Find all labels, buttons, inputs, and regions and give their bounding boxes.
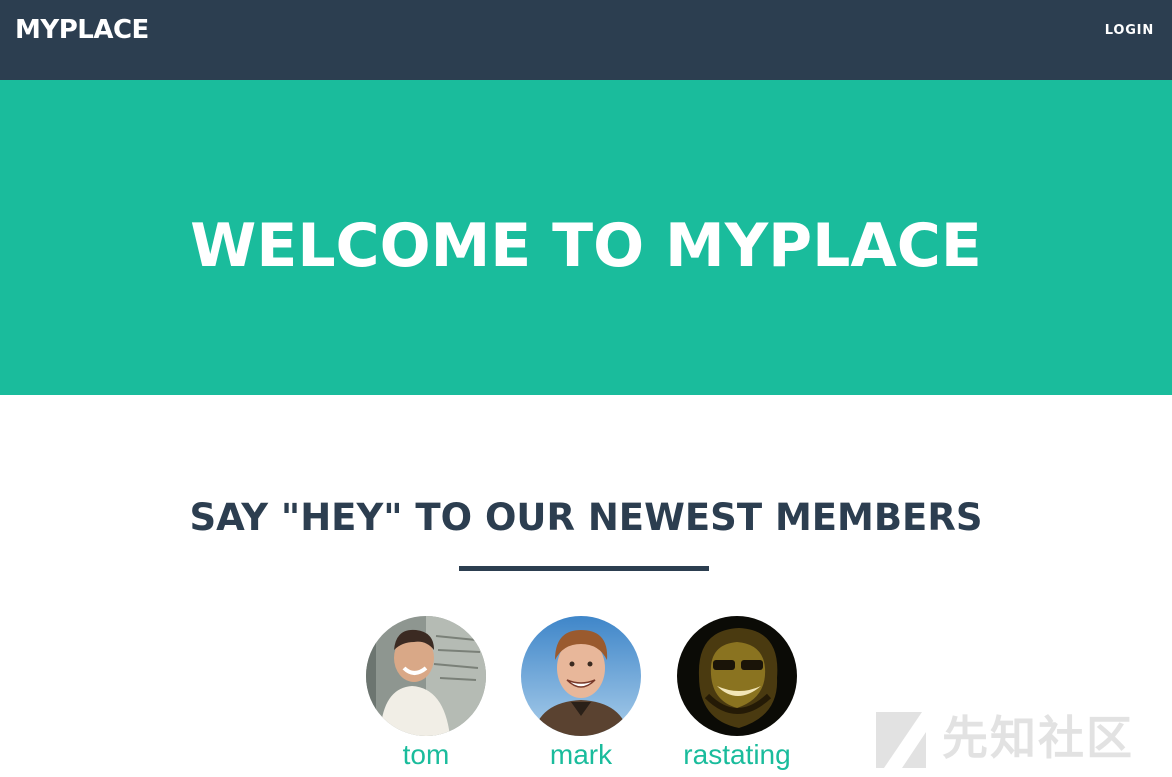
member-avatar[interactable]: [677, 616, 797, 736]
watermark-logo-icon: [876, 712, 926, 768]
member-name[interactable]: tom: [346, 738, 506, 772]
hero-banner: WELCOME TO MYPLACE: [0, 80, 1172, 395]
brand-logo-link[interactable]: MYPLACE: [15, 14, 149, 46]
member-name[interactable]: mark: [501, 738, 661, 772]
member-name[interactable]: rastating: [657, 738, 817, 772]
member-avatar[interactable]: [521, 616, 641, 736]
login-link[interactable]: LOGIN: [1105, 22, 1154, 40]
top-navbar: MYPLACE LOGIN: [0, 0, 1172, 80]
members-section-title: SAY "HEY" TO OUR NEWEST MEMBERS: [189, 496, 983, 539]
section-divider: [459, 566, 709, 571]
member-avatar[interactable]: [366, 616, 486, 736]
watermark-text: 先知社区: [942, 711, 1134, 765]
watermark: 先知社区: [870, 706, 1160, 772]
hero-title: WELCOME TO MYPLACE: [190, 211, 982, 281]
